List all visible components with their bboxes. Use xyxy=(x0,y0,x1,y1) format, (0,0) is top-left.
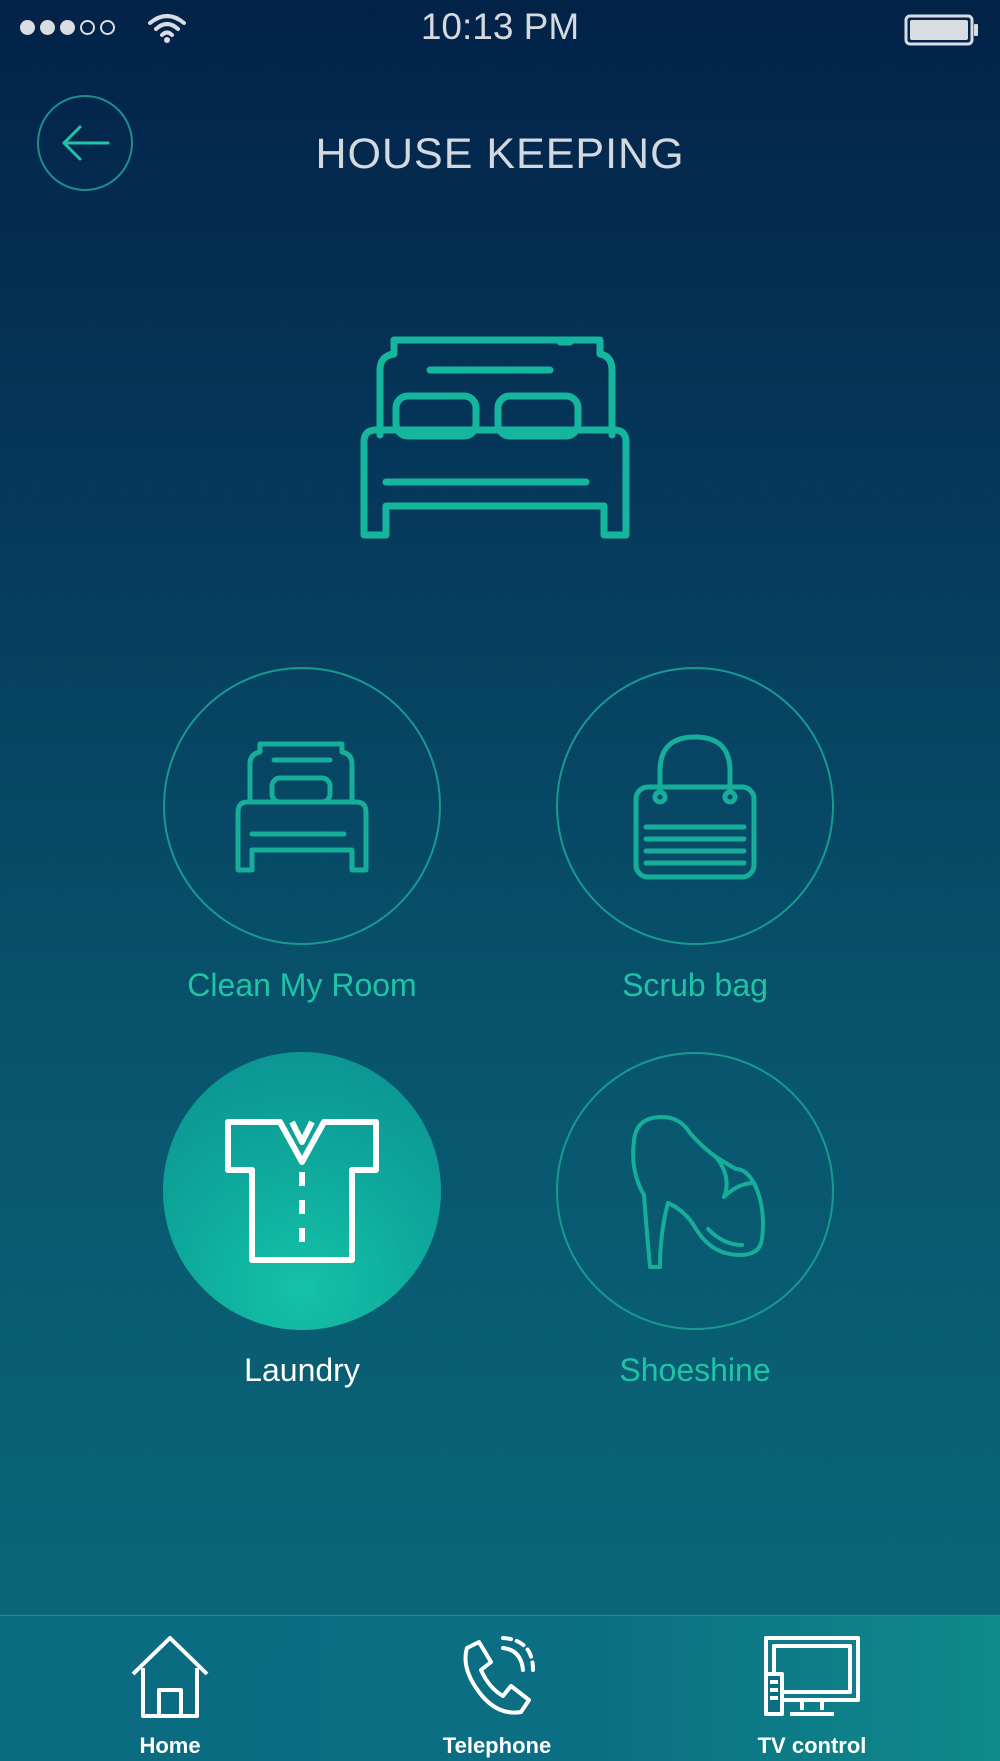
tab-bar: Home Telephone TV control xyxy=(0,1615,1000,1761)
scrub-bag-button[interactable]: Scrub bag xyxy=(545,667,845,1017)
service-label: Clean My Room xyxy=(187,967,417,1003)
tab-label: TV control xyxy=(757,1733,867,1758)
service-label: Shoeshine xyxy=(619,1352,771,1388)
bag-icon xyxy=(633,734,757,880)
clean-my-room-button[interactable]: Clean My Room xyxy=(152,667,452,1017)
shirt-icon xyxy=(225,1119,379,1263)
tab-label: Home xyxy=(139,1733,201,1758)
laundry-button[interactable]: Laundry xyxy=(152,1052,452,1402)
service-grid: Clean My Room Scrub bag Laundry Shoeshin… xyxy=(0,0,1000,1760)
home-icon xyxy=(131,1636,209,1718)
bed-icon xyxy=(360,336,630,539)
battery-icon xyxy=(904,14,978,46)
service-circle xyxy=(556,1052,834,1330)
service-circle xyxy=(556,667,834,945)
service-label: Laundry xyxy=(244,1352,360,1388)
high-heel-shoe-icon xyxy=(631,1115,765,1269)
status-bar: 10:13 PM xyxy=(0,0,1000,60)
shoeshine-button[interactable]: Shoeshine xyxy=(545,1052,845,1402)
status-time: 10:13 PM xyxy=(420,6,580,47)
service-circle xyxy=(163,1052,441,1330)
tab-tv-control[interactable]: TV control xyxy=(712,1616,912,1761)
tab-label: Telephone xyxy=(442,1733,552,1758)
tv-icon xyxy=(764,1636,860,1716)
page-title: HOUSE KEEPING xyxy=(315,130,685,178)
service-circle xyxy=(163,667,441,945)
single-bed-icon xyxy=(235,741,369,873)
service-label: Scrub bag xyxy=(622,967,768,1003)
tab-home[interactable]: Home xyxy=(70,1616,270,1761)
tab-telephone[interactable]: Telephone xyxy=(397,1616,597,1761)
telephone-icon xyxy=(463,1636,535,1715)
header: HOUSE KEEPING xyxy=(0,80,1000,210)
